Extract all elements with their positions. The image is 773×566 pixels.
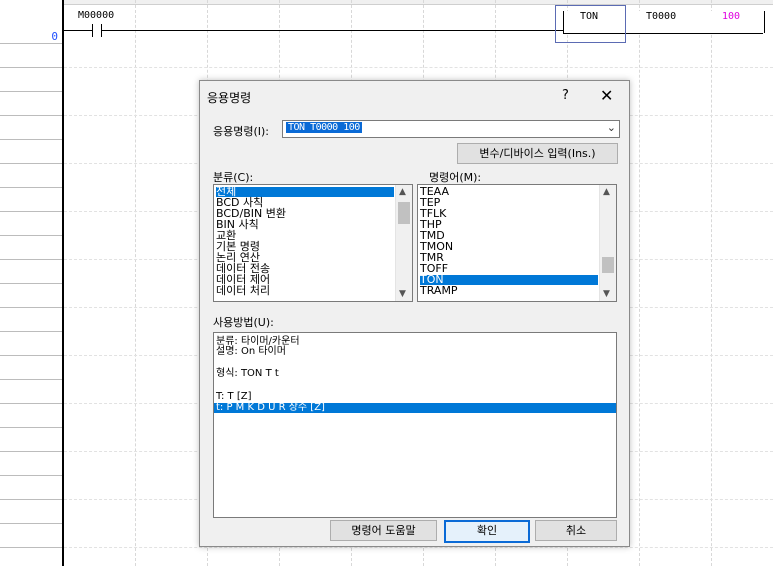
row-divider — [0, 259, 62, 260]
help-icon[interactable]: ? — [562, 88, 569, 103]
list-item[interactable]: 데이터 처리 — [216, 285, 270, 296]
grid-row-line — [64, 547, 773, 548]
category-scrollbar[interactable]: ▲ ▼ — [395, 185, 412, 301]
ok-button[interactable]: 확인 — [444, 520, 530, 543]
row-divider — [0, 355, 62, 356]
chevron-down-icon[interactable]: ▼ — [399, 289, 406, 299]
command-help-button[interactable]: 명령어 도움말 — [330, 520, 437, 541]
usage-line: T: T [Z] — [216, 391, 252, 402]
row-divider — [0, 547, 62, 548]
row-divider — [0, 91, 62, 92]
close-icon[interactable]: ✕ — [600, 86, 613, 105]
row-divider — [0, 523, 62, 524]
row-divider — [0, 283, 62, 284]
usage-line: 설명: On 타이머 — [216, 346, 286, 357]
row-divider — [0, 427, 62, 428]
app-command-label: 응용명령(I): — [213, 125, 270, 138]
row-divider — [0, 403, 62, 404]
grid-column-line — [639, 0, 640, 566]
row-divider — [0, 187, 62, 188]
usage-line-selected: t: P M K D U R 상수 [Z] — [214, 403, 616, 413]
command-scrollbar[interactable]: ▲ ▼ — [599, 185, 616, 301]
chevron-down-icon[interactable]: ⌄ — [607, 121, 616, 134]
instruction-name: TON — [580, 11, 599, 22]
instruction-operand: T0000 — [646, 11, 677, 22]
row-divider — [0, 307, 62, 308]
contact-device-label: M00000 — [78, 10, 115, 21]
command-label: 명령어(M): — [429, 171, 482, 184]
row-divider — [0, 235, 62, 236]
row-divider — [0, 331, 62, 332]
usage-label: 사용방법(U): — [213, 316, 274, 329]
instruction-value: 100 — [722, 11, 741, 22]
row-divider — [0, 163, 62, 164]
scroll-thumb[interactable] — [602, 257, 614, 273]
contact-right-bar[interactable] — [101, 24, 102, 37]
row-divider — [0, 115, 62, 116]
cancel-button[interactable]: 취소 — [535, 520, 617, 541]
app-command-value[interactable]: TON T0000 100 — [286, 122, 362, 133]
var-device-input-button[interactable]: 변수/디바이스 입력(Ins.) — [457, 143, 618, 164]
category-listbox[interactable]: 전체 BCD 사칙 BCD/BIN 변환 BIN 사칙 교환 기본 명령 논리 … — [213, 184, 413, 302]
usage-line: 형식: TON T t — [216, 368, 279, 379]
grid-column-line — [135, 0, 136, 566]
row-divider — [0, 43, 62, 44]
app-command-combobox[interactable]: TON T0000 100 ⌄ — [282, 120, 620, 138]
category-label: 분류(C): — [213, 171, 254, 184]
command-listbox[interactable]: TEAA TEP TFLK THP TMD TMON TMR TOFF TON … — [417, 184, 617, 302]
row-divider — [0, 211, 62, 212]
usage-textarea[interactable]: 분류: 타이머/카운터 설명: On 타이머 형식: TON T t T: T … — [213, 332, 617, 518]
chevron-up-icon[interactable]: ▲ — [399, 187, 406, 197]
contact-left-bar[interactable] — [92, 24, 93, 37]
row-divider — [0, 475, 62, 476]
editor-top-edge — [0, 0, 773, 5]
scroll-thumb[interactable] — [398, 202, 410, 224]
row-divider — [0, 451, 62, 452]
application-command-dialog: 응용명령 ? ✕ 응용명령(I): TON T0000 100 ⌄ 변수/디바이… — [199, 80, 630, 547]
row-divider — [0, 379, 62, 380]
dialog-title: 응용명령 — [207, 91, 252, 105]
grid-row-line — [64, 67, 773, 68]
row-divider — [0, 139, 62, 140]
chevron-up-icon[interactable]: ▲ — [603, 187, 610, 197]
chevron-down-icon[interactable]: ▼ — [603, 289, 610, 299]
row-divider — [0, 499, 62, 500]
rung-number: 0 — [51, 30, 58, 43]
grid-column-line — [711, 0, 712, 566]
row-divider — [0, 67, 62, 68]
list-item[interactable]: TRAMP — [420, 285, 458, 296]
